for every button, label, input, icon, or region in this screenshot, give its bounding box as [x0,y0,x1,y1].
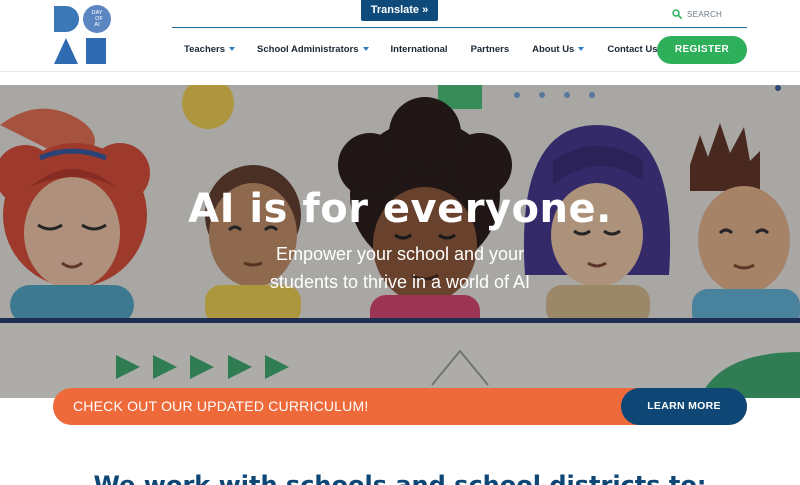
nav-label: Teachers [184,43,226,55]
logo-mark: DAY OF AI [54,5,111,64]
search-field[interactable]: SEARCH [672,7,722,21]
nav-label: About Us [532,43,575,55]
curriculum-banner: CHECK OUT OUR UPDATED CURRICULUM! LEARN … [53,388,747,425]
translate-button[interactable]: Translate » [361,0,438,21]
header-divider [172,27,747,28]
nav-item-contact-us[interactable]: Contact Us [607,44,657,55]
hero-title: AI is for everyone. [188,186,612,232]
hero-section: AI is for everyone. Empower your school … [0,85,800,398]
day-of-ai-logo[interactable]: DAY OF AI [52,4,114,66]
nav-label: International [390,43,448,55]
nav-label: Partners [470,43,510,55]
nav-item-international[interactable]: International [391,44,448,55]
hero-subtitle: Empower your school and your students to… [269,244,531,292]
nav-label: School Administrators [257,43,359,55]
chevron-down-icon [362,47,369,51]
nav-item-school-administrators[interactable]: School Administrators [257,44,369,55]
register-button[interactable]: REGISTER [657,36,747,64]
chevron-down-icon [578,47,585,51]
chevron-down-icon [229,47,236,51]
site-header: DAY OF AI Translate » SEARCH Teachers Sc… [0,0,800,72]
main-nav: Teachers School Administrators Internati… [184,41,658,57]
nav-label: Contact Us [607,43,658,55]
search-placeholder: SEARCH [687,9,723,19]
svg-text:AI: AI [94,22,100,28]
search-icon [672,9,682,19]
learn-more-button[interactable]: LEARN MORE [621,388,747,425]
nav-item-partners[interactable]: Partners [471,44,510,55]
section-heading: We work with schools and school district… [93,471,707,485]
nav-item-teachers[interactable]: Teachers [184,43,236,55]
nav-item-about-us[interactable]: About Us [532,43,585,55]
banner-text: CHECK OUT OUR UPDATED CURRICULUM! [73,398,369,414]
